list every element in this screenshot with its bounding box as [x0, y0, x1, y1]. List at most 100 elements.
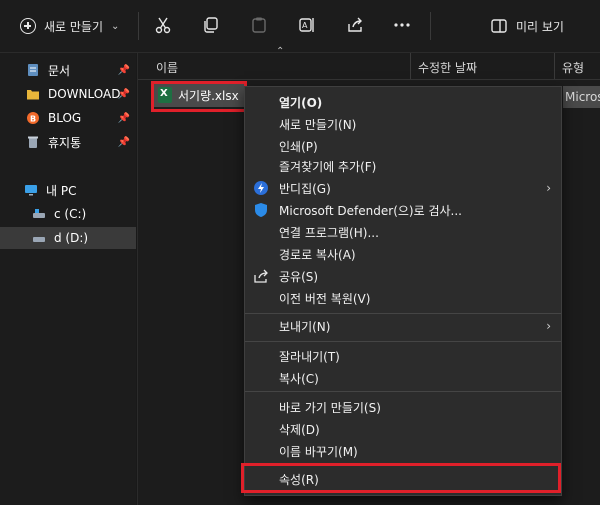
paste-button[interactable]	[250, 16, 268, 34]
pin-icon: 📌	[117, 64, 130, 76]
svg-text:B: B	[30, 115, 36, 124]
new-button-label: 새로 만들기	[44, 19, 104, 34]
toolbar-divider	[430, 12, 431, 40]
paste-icon	[252, 17, 266, 33]
chevron-right-icon: ›	[546, 319, 551, 333]
menu-item-label: 경로로 복사(A)	[279, 247, 356, 262]
menu-item-label: 잘라내기(T)	[279, 349, 340, 364]
sidebar-item-label: BLOG	[48, 111, 82, 125]
pin-icon: 📌	[117, 112, 130, 124]
blog-icon: B	[27, 112, 39, 124]
drive-icon	[33, 237, 45, 242]
bandizip-icon	[254, 181, 268, 195]
menu-item-add-favorites[interactable]: 즐겨찾기에 추가(F)	[245, 155, 561, 177]
menu-item-label: 바로 가기 만들기(S)	[279, 400, 381, 415]
menu-item-share[interactable]: 공유(S)	[245, 265, 561, 287]
plus-icon	[20, 18, 36, 34]
sidebar-item-recycle-bin[interactable]: 휴지통 📌	[0, 131, 136, 153]
pc-icon	[25, 185, 37, 196]
more-icon	[394, 23, 410, 27]
menu-item-print[interactable]: 인쇄(P)	[245, 135, 561, 157]
preview-pane-icon	[491, 19, 507, 33]
pin-icon: 📌	[117, 136, 130, 148]
chevron-right-icon: ›	[546, 181, 551, 195]
menu-item-restore-versions[interactable]: 이전 버전 복원(V)	[245, 287, 561, 309]
menu-item-label: 연결 프로그램(H)...	[279, 225, 379, 240]
menu-item-label: 열기(O)	[279, 95, 323, 110]
menu-separator	[245, 313, 561, 314]
chevron-down-icon: ⌄	[111, 20, 120, 32]
sort-ascending-icon: ⌃	[276, 46, 285, 57]
folder-icon	[27, 90, 39, 100]
sidebar-item-label: 내 PC	[46, 183, 77, 198]
sidebar-item-label: 휴지통	[48, 135, 82, 150]
copy-button[interactable]	[202, 16, 220, 34]
share-button[interactable]	[346, 16, 364, 34]
sidebar-item-label: DOWNLOAD	[48, 87, 121, 101]
sidebar-item-label: d (D:)	[54, 231, 89, 245]
column-divider[interactable]	[410, 53, 411, 79]
preview-label: 미리 보기	[516, 19, 564, 34]
menu-item-label: 인쇄(P)	[279, 139, 318, 154]
copy-icon	[204, 17, 218, 33]
menu-item-open[interactable]: 열기(O)	[245, 91, 561, 113]
share-icon	[348, 17, 362, 32]
document-icon	[28, 64, 38, 76]
cut-button[interactable]	[154, 16, 172, 34]
context-menu: 열기(O) 새로 만들기(N) 인쇄(P) 즐겨찾기에 추가(F) 반디집(G)…	[244, 86, 562, 496]
column-modified[interactable]: 수정한 날짜	[418, 59, 477, 76]
menu-item-copy-path[interactable]: 경로로 복사(A)	[245, 243, 561, 265]
menu-separator	[245, 391, 561, 392]
menu-item-create-shortcut[interactable]: 바로 가기 만들기(S)	[245, 396, 561, 418]
menu-item-send-to[interactable]: 보내기(N) ›	[245, 315, 561, 337]
menu-item-cut[interactable]: 잘라내기(T)	[245, 345, 561, 367]
menu-item-bandizip[interactable]: 반디집(G) ›	[245, 177, 561, 199]
menu-item-label: Microsoft Defender(으)로 검사...	[279, 203, 462, 218]
command-bar: 새로 만들기 ⌄ A 미리 보기	[0, 0, 600, 53]
menu-item-label: 이전 버전 복원(V)	[279, 291, 371, 306]
menu-item-open-with[interactable]: 연결 프로그램(H)...	[245, 221, 561, 243]
menu-item-new[interactable]: 새로 만들기(N)	[245, 113, 561, 135]
menu-item-label: 이름 바꾸기(M)	[279, 444, 358, 459]
column-divider[interactable]	[554, 53, 555, 79]
sidebar-item-this-pc[interactable]: 내 PC	[0, 179, 136, 201]
sidebar-item-label: c (C:)	[54, 207, 87, 221]
more-button[interactable]	[393, 16, 411, 34]
drive-icon	[33, 209, 45, 218]
navigation-pane: 문서 📌 DOWNLOAD 📌 B BLOG 📌 휴지통 📌 내 PC c (C…	[0, 53, 136, 505]
column-header-row: ⌃ 이름 수정한 날짜 유형	[138, 46, 600, 80]
share-icon	[254, 269, 268, 283]
menu-item-copy[interactable]: 복사(C)	[245, 367, 561, 389]
highlight-properties	[241, 463, 561, 493]
sidebar-item-label: 문서	[48, 63, 71, 78]
cut-icon	[155, 17, 171, 34]
menu-item-label: 보내기(N)	[279, 319, 331, 334]
menu-item-label: 반디집(G)	[279, 181, 331, 196]
svg-text:A: A	[302, 21, 308, 30]
menu-item-delete[interactable]: 삭제(D)	[245, 418, 561, 440]
menu-item-label: 복사(C)	[279, 371, 319, 386]
pin-icon: 📌	[117, 88, 130, 100]
menu-item-label: 새로 만들기(N)	[279, 117, 357, 132]
new-button[interactable]: 새로 만들기 ⌄	[14, 12, 125, 40]
rename-button[interactable]: A	[298, 16, 316, 34]
toolbar-divider	[138, 12, 139, 40]
menu-item-label: 즐겨찾기에 추가(F)	[279, 159, 377, 174]
sidebar-item-blog[interactable]: B BLOG 📌	[0, 107, 136, 129]
recycle-bin-icon	[28, 136, 38, 148]
menu-item-label: 공유(S)	[279, 269, 319, 284]
column-type[interactable]: 유형	[562, 59, 584, 76]
menu-item-rename[interactable]: 이름 바꾸기(M)	[245, 440, 561, 462]
sidebar-item-drive-d[interactable]: d (D:)	[0, 227, 136, 249]
menu-separator	[245, 341, 561, 342]
sidebar-item-drive-c[interactable]: c (C:)	[0, 203, 136, 225]
preview-pane-button[interactable]: 미리 보기	[490, 12, 564, 40]
sidebar-item-documents[interactable]: 문서 📌	[0, 59, 136, 81]
sidebar-item-download[interactable]: DOWNLOAD 📌	[0, 83, 136, 105]
highlight-file	[151, 81, 247, 112]
file-type-cell: Microsoft	[563, 86, 600, 108]
shield-icon	[255, 203, 267, 217]
column-name[interactable]: 이름	[156, 59, 178, 76]
rename-icon: A	[299, 18, 314, 32]
menu-item-defender-scan[interactable]: Microsoft Defender(으)로 검사...	[245, 199, 561, 221]
